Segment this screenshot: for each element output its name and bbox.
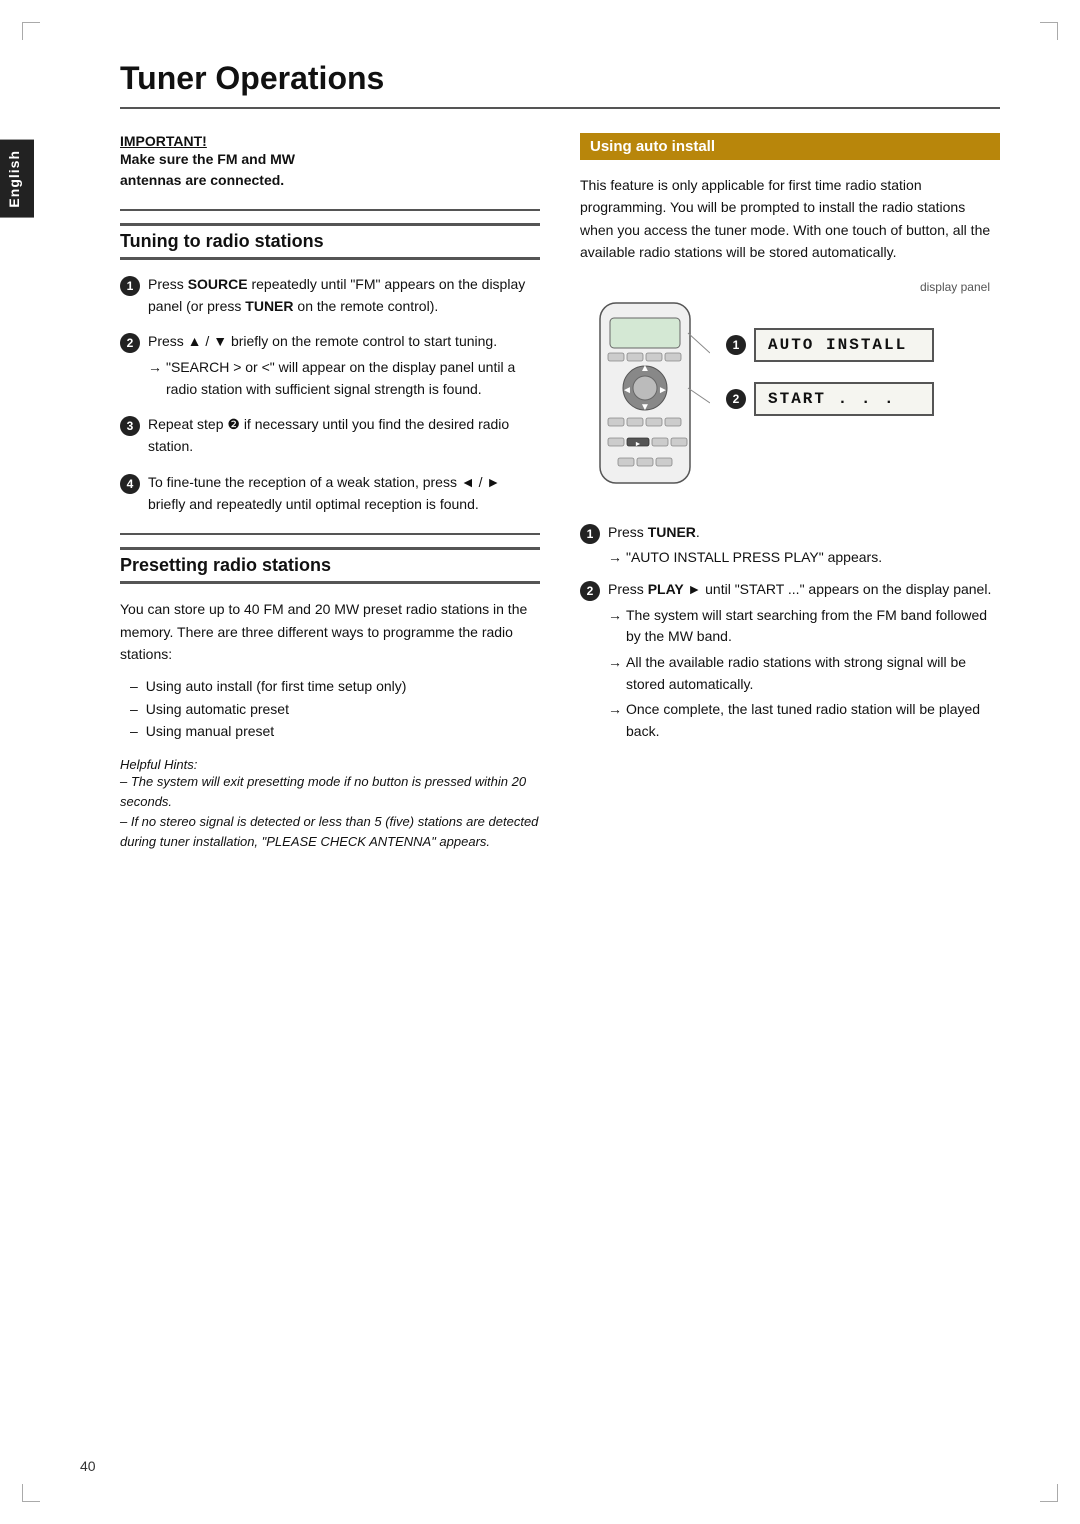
important-line2: antennas are connected. [120,172,284,188]
corner-mark-tl [22,22,40,40]
arrow-text-2: "SEARCH > or <" will appear on the displ… [166,357,540,400]
auto-install-step-1: 1 Press TUNER. → "AUTO INSTALL PRESS PLA… [580,522,1000,569]
diagram-wrapper: display panel ▲ [580,280,1000,502]
num-3: 3 [120,416,140,436]
bullet-text-3: Using manual preset [146,720,274,742]
svg-text:►: ► [635,441,642,448]
divider2 [120,533,540,535]
auto-install-header: Using auto install [580,133,1000,160]
helpful-hints: Helpful Hints: – The system will exit pr… [120,757,540,853]
bullet-3: – Using manual preset [130,720,540,742]
diagram-area: ▲ ▼ ◄ ► [580,298,1000,502]
main-content: IMPORTANT! Make sure the FM and MW anten… [120,133,1000,852]
tuning-text-3: Repeat step ❷ if necessary until you fin… [148,414,540,457]
arrow-sym-2: → [148,357,162,379]
important-box: IMPORTANT! Make sure the FM and MW anten… [120,133,540,191]
screen-num-2: 2 [726,389,746,409]
step-arrow-2c: Once complete, the last tuned radio stat… [626,699,1000,742]
auto-install-intro: This feature is only applicable for firs… [580,174,1000,264]
bullet-1: – Using auto install (for first time set… [130,675,540,697]
remote-svg: ▲ ▼ ◄ ► [580,298,710,498]
left-column: IMPORTANT! Make sure the FM and MW anten… [120,133,540,852]
tuning-section-header: Tuning to radio stations [120,223,540,260]
page-number: 40 [80,1458,96,1474]
corner-mark-br [1040,1484,1058,1502]
tuning-item-2: 2 Press ▲ / ▼ briefly on the remote cont… [120,331,540,400]
remote-control: ▲ ▼ ◄ ► [580,298,710,502]
important-line1: Make sure the FM and MW [120,151,295,167]
tuning-item-4: 4 To fine-tune the reception of a weak s… [120,472,540,515]
svg-text:►: ► [658,385,668,396]
step-num-1: 1 [580,524,600,544]
tuning-item-3: 3 Repeat step ❷ if necessary until you f… [120,414,540,457]
step-arrow-2a: The system will start searching from the… [626,605,1000,648]
step-text-2: Press PLAY ► until "START ..." appears o… [608,579,1000,743]
num-1: 1 [120,276,140,296]
bullet-text-2: Using automatic preset [146,698,289,720]
num-4: 4 [120,474,140,494]
svg-text:▼: ▼ [640,402,650,413]
hint-2: – If no stereo signal is detected or les… [120,812,540,852]
hint-1: – The system will exit presetting mode i… [120,772,540,812]
step-num-2: 2 [580,581,600,601]
svg-text:◄: ◄ [622,385,632,396]
tuning-text-2: Press ▲ / ▼ briefly on the remote contro… [148,331,540,400]
bullet-2: – Using automatic preset [130,698,540,720]
important-label: IMPORTANT! [120,133,540,149]
svg-text:▲: ▲ [640,363,650,374]
bullet-text-1: Using auto install (for first time setup… [146,675,407,697]
display-screen-2: START . . . [754,382,934,416]
auto-install-steps: 1 Press TUNER. → "AUTO INSTALL PRESS PLA… [580,522,1000,743]
screens-area: 1 AUTO INSTALL 2 START . . . [726,328,934,416]
num-2: 2 [120,333,140,353]
screen-text-1: AUTO INSTALL [768,336,907,354]
corner-mark-tr [1040,22,1058,40]
right-column: Using auto install This feature is only … [580,133,1000,852]
screen-text-2: START . . . [768,390,896,408]
page-title: Tuner Operations [120,60,1000,109]
page: English Tuner Operations IMPORTANT! Make… [0,0,1080,1524]
step-text-1: Press TUNER. → "AUTO INSTALL PRESS PLAY"… [608,522,882,569]
tuning-item-1: 1 Press SOURCE repeatedly until "FM" app… [120,274,540,317]
language-tab: English [0,140,34,218]
auto-install-step-2: 2 Press PLAY ► until "START ..." appears… [580,579,1000,743]
tuning-text-1: Press SOURCE repeatedly until "FM" appea… [148,274,540,317]
presetting-bullets: – Using auto install (for first time set… [130,675,540,742]
screen-row-1: 1 AUTO INSTALL [726,328,934,362]
step-arrow-2b: All the available radio stations with st… [626,652,1000,695]
screen-row-2: 2 START . . . [726,382,934,416]
screen-num-1: 1 [726,335,746,355]
tuning-text-4: To fine-tune the reception of a weak sta… [148,472,540,515]
step-arrow-1: "AUTO INSTALL PRESS PLAY" appears. [626,547,882,569]
corner-mark-bl [22,1484,40,1502]
divider1 [120,209,540,211]
display-screen-1: AUTO INSTALL [754,328,934,362]
presetting-intro: You can store up to 40 FM and 20 MW pres… [120,598,540,665]
display-panel-label: display panel [580,280,990,294]
important-text: Make sure the FM and MW antennas are con… [120,149,540,191]
hints-title: Helpful Hints: [120,757,540,772]
presetting-section-header: Presetting radio stations [120,547,540,584]
tuning-list: 1 Press SOURCE repeatedly until "FM" app… [120,274,540,515]
